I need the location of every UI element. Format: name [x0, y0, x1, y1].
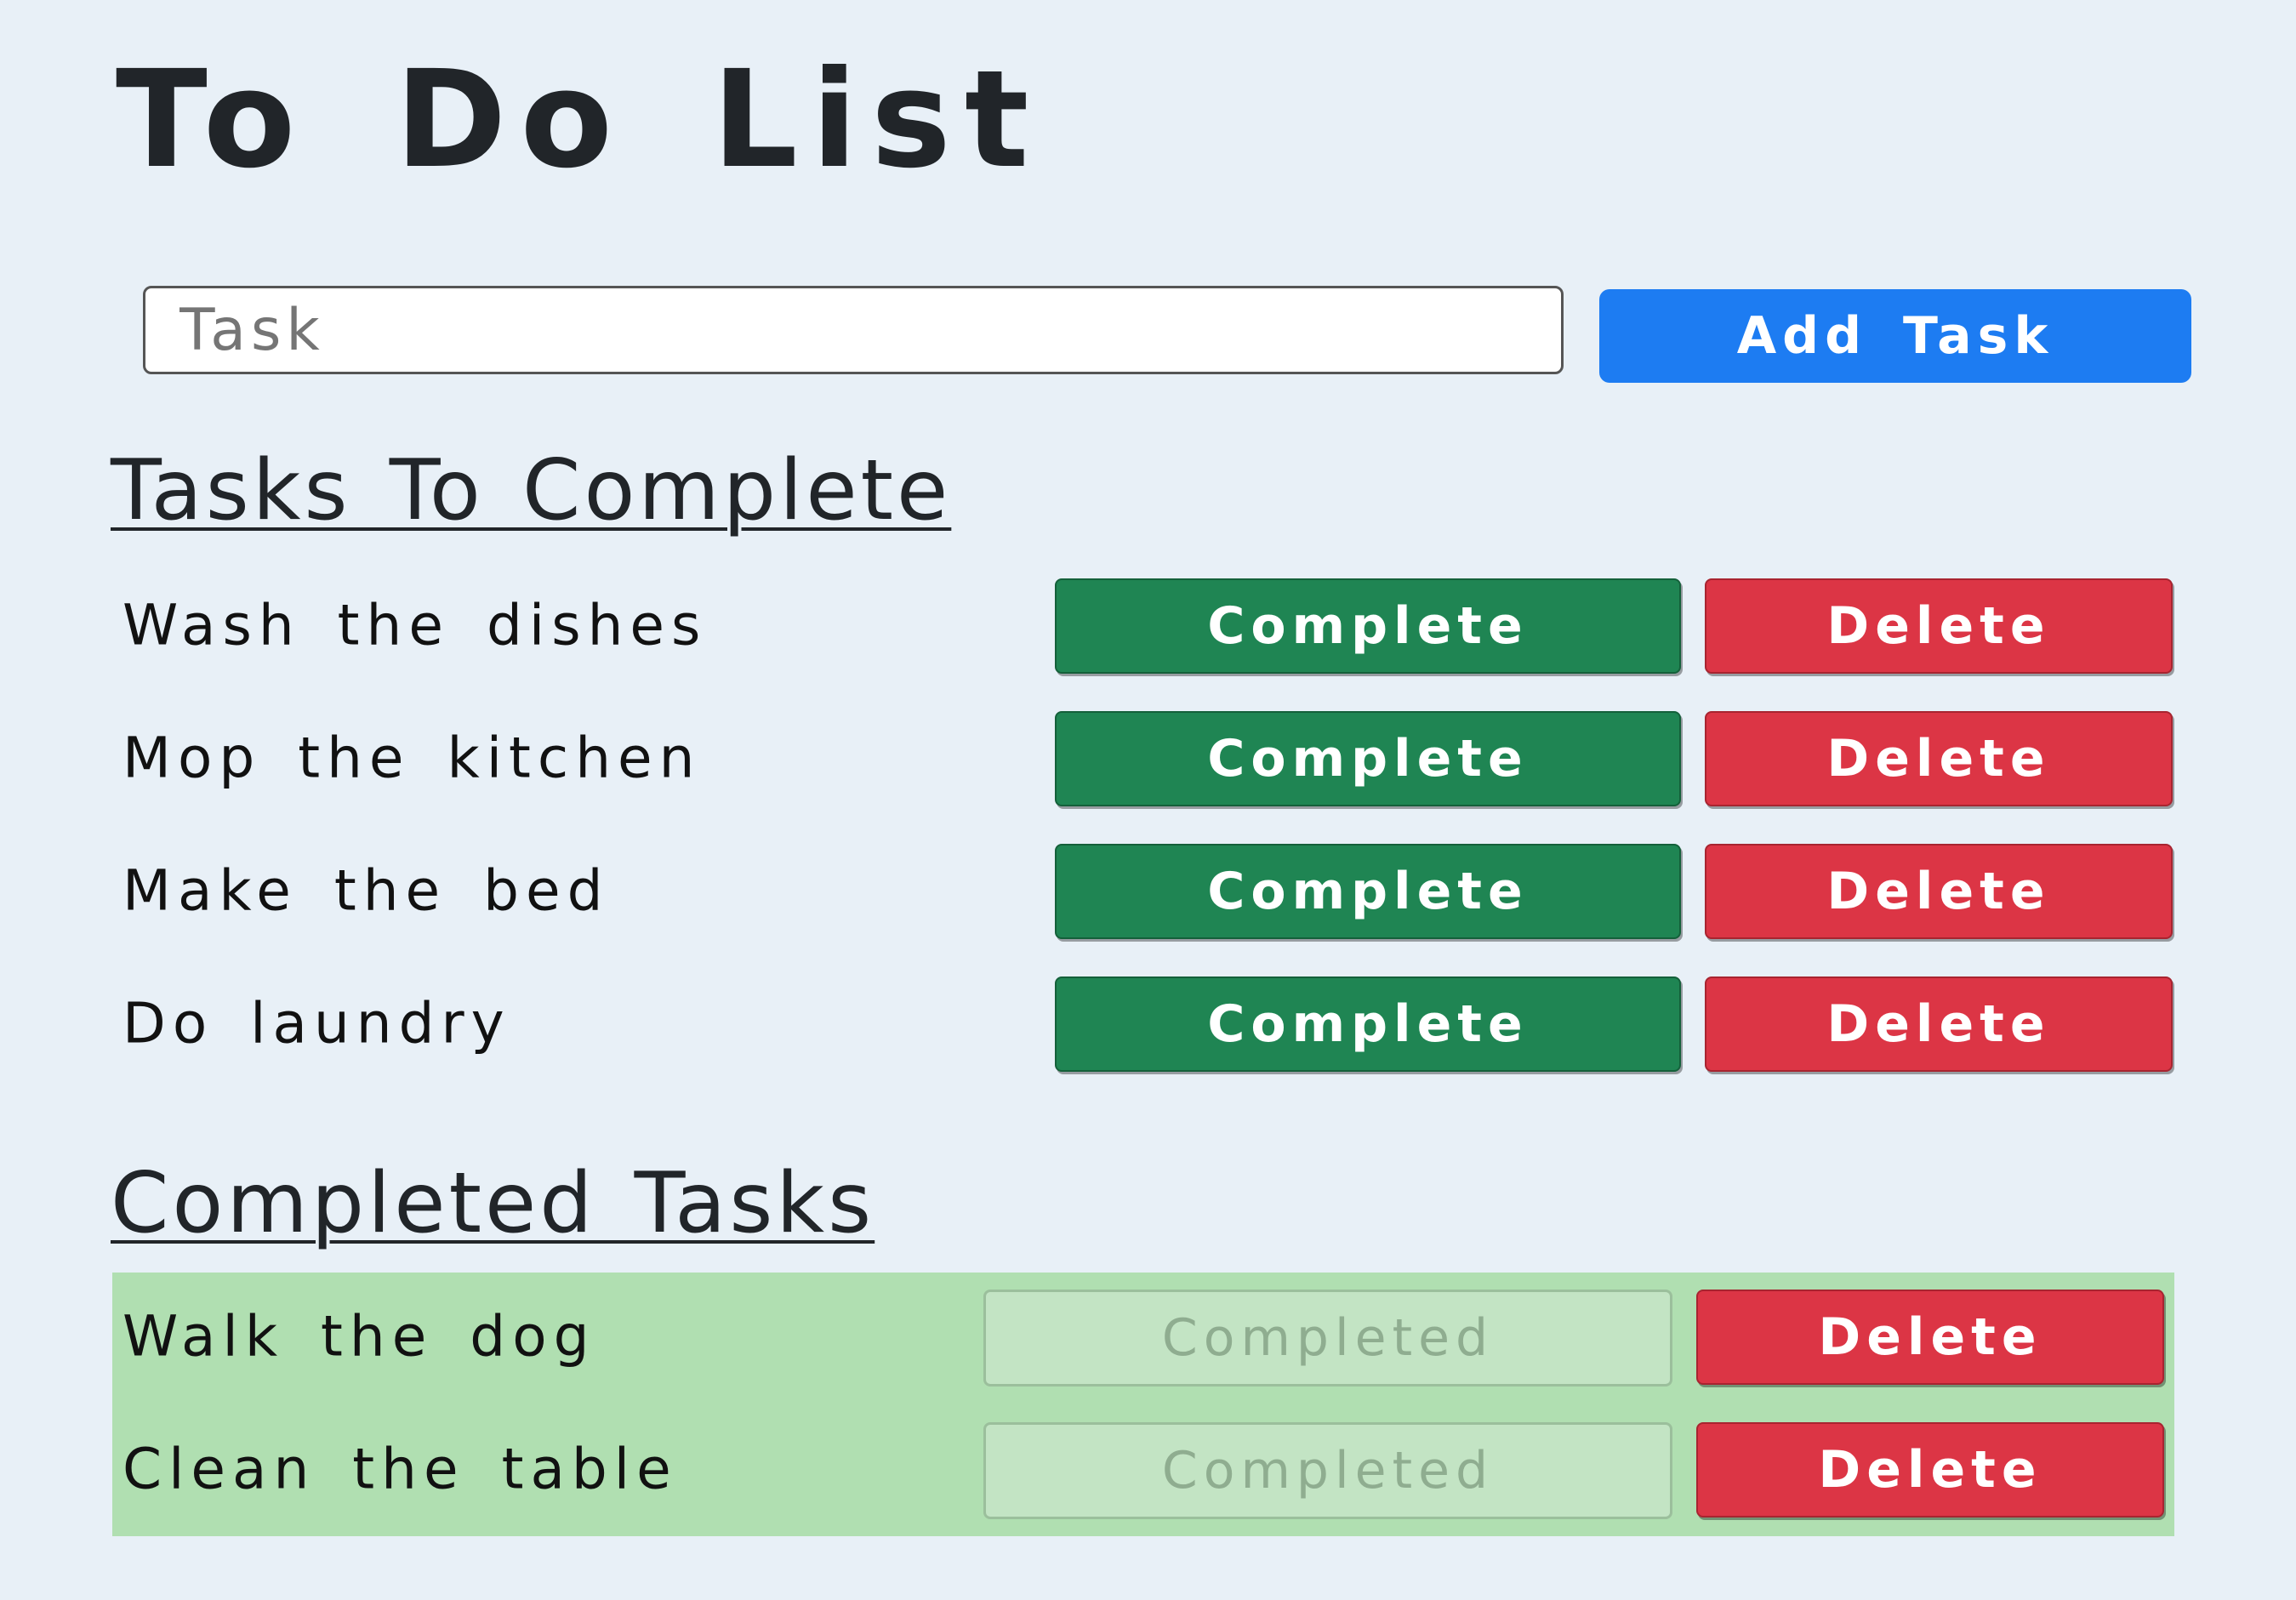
add-task-button[interactable]: Add Task — [1599, 289, 2191, 383]
delete-button[interactable]: Delete — [1696, 1422, 2164, 1517]
todo-item-label: Make the bed — [122, 857, 610, 924]
completed-item: Clean the table Completed Delete — [112, 1419, 2174, 1519]
page-title: To Do List — [116, 42, 1043, 198]
completed-tasks-heading: Completed Tasks — [111, 1155, 875, 1252]
delete-button[interactable]: Delete — [1705, 844, 2173, 939]
delete-button[interactable]: Delete — [1696, 1290, 2164, 1385]
delete-button[interactable]: Delete — [1705, 711, 2173, 806]
todo-item-label: Wash the dishes — [122, 592, 708, 658]
delete-button[interactable]: Delete — [1705, 578, 2173, 674]
todo-item-label: Mop the kitchen — [122, 725, 702, 791]
tasks-to-complete-heading: Tasks To Complete — [111, 442, 952, 539]
todo-item: Wash the dishes Complete Delete — [112, 575, 2174, 675]
complete-button[interactable]: Complete — [1055, 844, 1681, 939]
task-input[interactable] — [143, 286, 1564, 374]
complete-button[interactable]: Complete — [1055, 578, 1681, 674]
todo-item: Make the bed Complete Delete — [112, 840, 2174, 941]
completed-item-label: Walk the dog — [122, 1303, 596, 1369]
complete-button[interactable]: Complete — [1055, 711, 1681, 806]
completed-item: Walk the dog Completed Delete — [112, 1286, 2174, 1386]
completed-button: Completed — [983, 1422, 1672, 1519]
completed-button: Completed — [983, 1290, 1672, 1386]
todo-app: To Do List Add Task Tasks To Complete Wa… — [0, 0, 2296, 1600]
complete-button[interactable]: Complete — [1055, 977, 1681, 1072]
completed-tasks-list: Walk the dog Completed Delete Clean the … — [112, 1273, 2174, 1536]
todo-item: Mop the kitchen Complete Delete — [112, 708, 2174, 808]
todo-item-label: Do laundry — [122, 990, 511, 1056]
delete-button[interactable]: Delete — [1705, 977, 2173, 1072]
todo-item: Do laundry Complete Delete — [112, 973, 2174, 1073]
completed-item-label: Clean the table — [122, 1436, 678, 1502]
